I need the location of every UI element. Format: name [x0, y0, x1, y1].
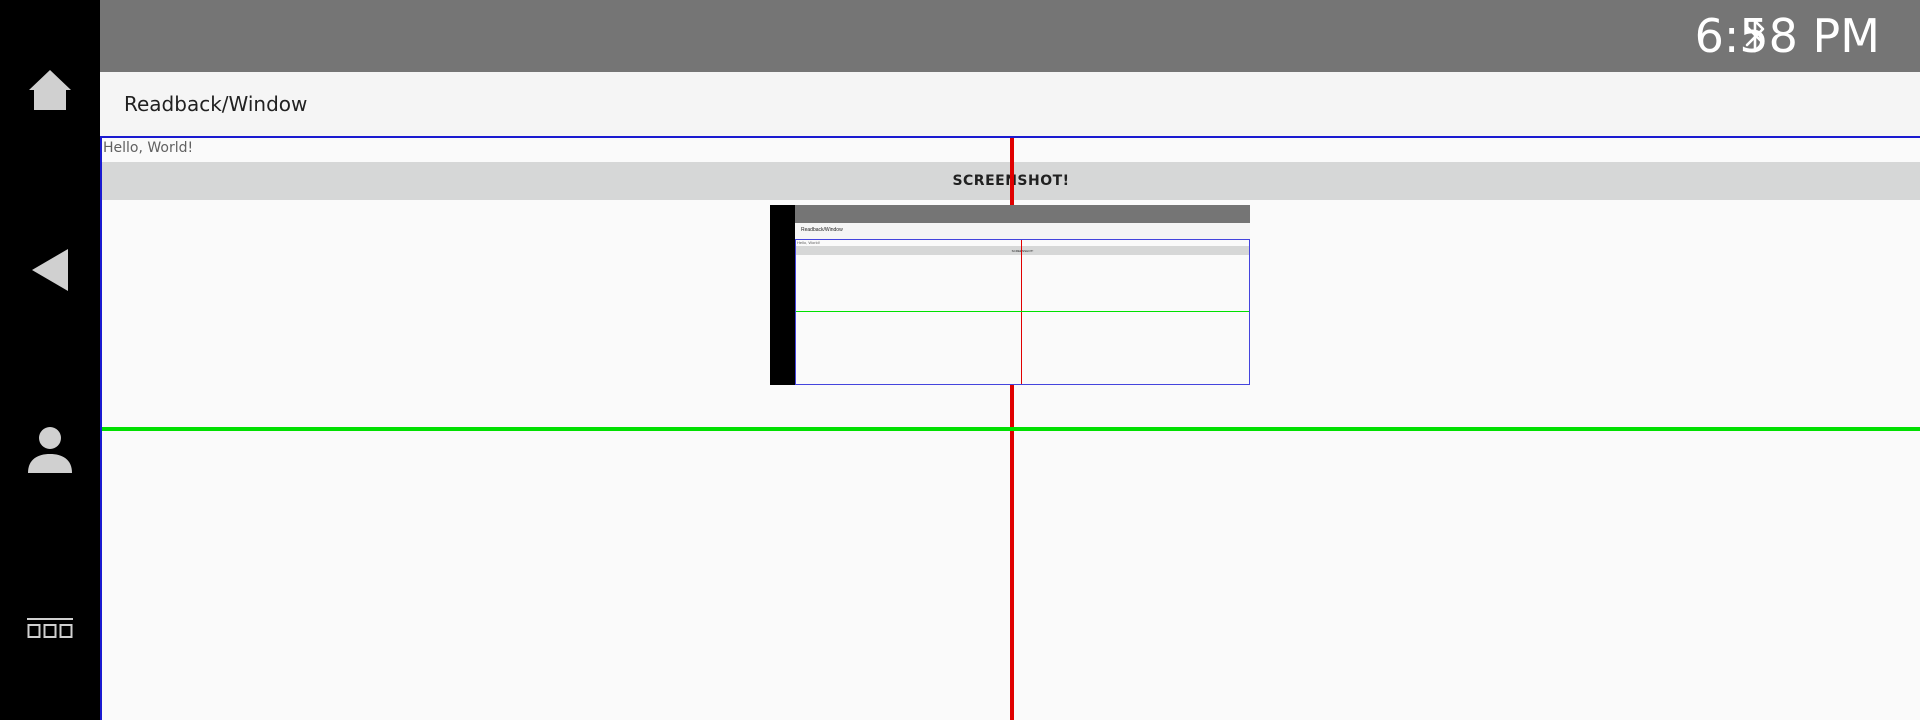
app-bar: Readback/Window: [100, 72, 1920, 136]
horizontal-center-line: [102, 427, 1920, 431]
status-bar: 6:58 PM: [100, 0, 1920, 72]
preview-status-bar: [795, 205, 1250, 223]
back-button[interactable]: [0, 230, 100, 310]
preview-screenshot-button: SCREENSHOT!: [796, 246, 1249, 255]
preview-content: Hello, World! SCREENSHOT!: [795, 239, 1250, 385]
hello-text: Hello, World!: [103, 140, 194, 156]
preview-hello-text: Hello, World!: [797, 240, 820, 245]
preview-horizontal-line: [796, 311, 1249, 312]
preview-app-bar: Readback/Window: [795, 223, 1250, 239]
content-area: Hello, World! SCREENSHOT! Readback/Windo…: [100, 136, 1920, 720]
apps-grid-icon: [27, 618, 73, 638]
preview-nav-rail: [770, 205, 795, 385]
home-icon: [29, 70, 71, 110]
screenshot-preview: Readback/Window Hello, World! SCREENSHOT…: [770, 205, 1250, 385]
screen: 6:58 PM Readback/Window Hello, World! SC…: [0, 0, 1920, 720]
user-icon: [28, 427, 72, 473]
preview-title: Readback/Window: [801, 227, 843, 233]
back-icon: [32, 249, 68, 291]
apps-button[interactable]: [0, 590, 100, 670]
page-title: Readback/Window: [124, 92, 308, 116]
nav-rail: [0, 0, 100, 720]
clock: 6:58 PM: [1694, 9, 1880, 63]
preview-vertical-line: [1021, 240, 1022, 384]
home-button[interactable]: [0, 50, 100, 130]
user-button[interactable]: [0, 410, 100, 490]
